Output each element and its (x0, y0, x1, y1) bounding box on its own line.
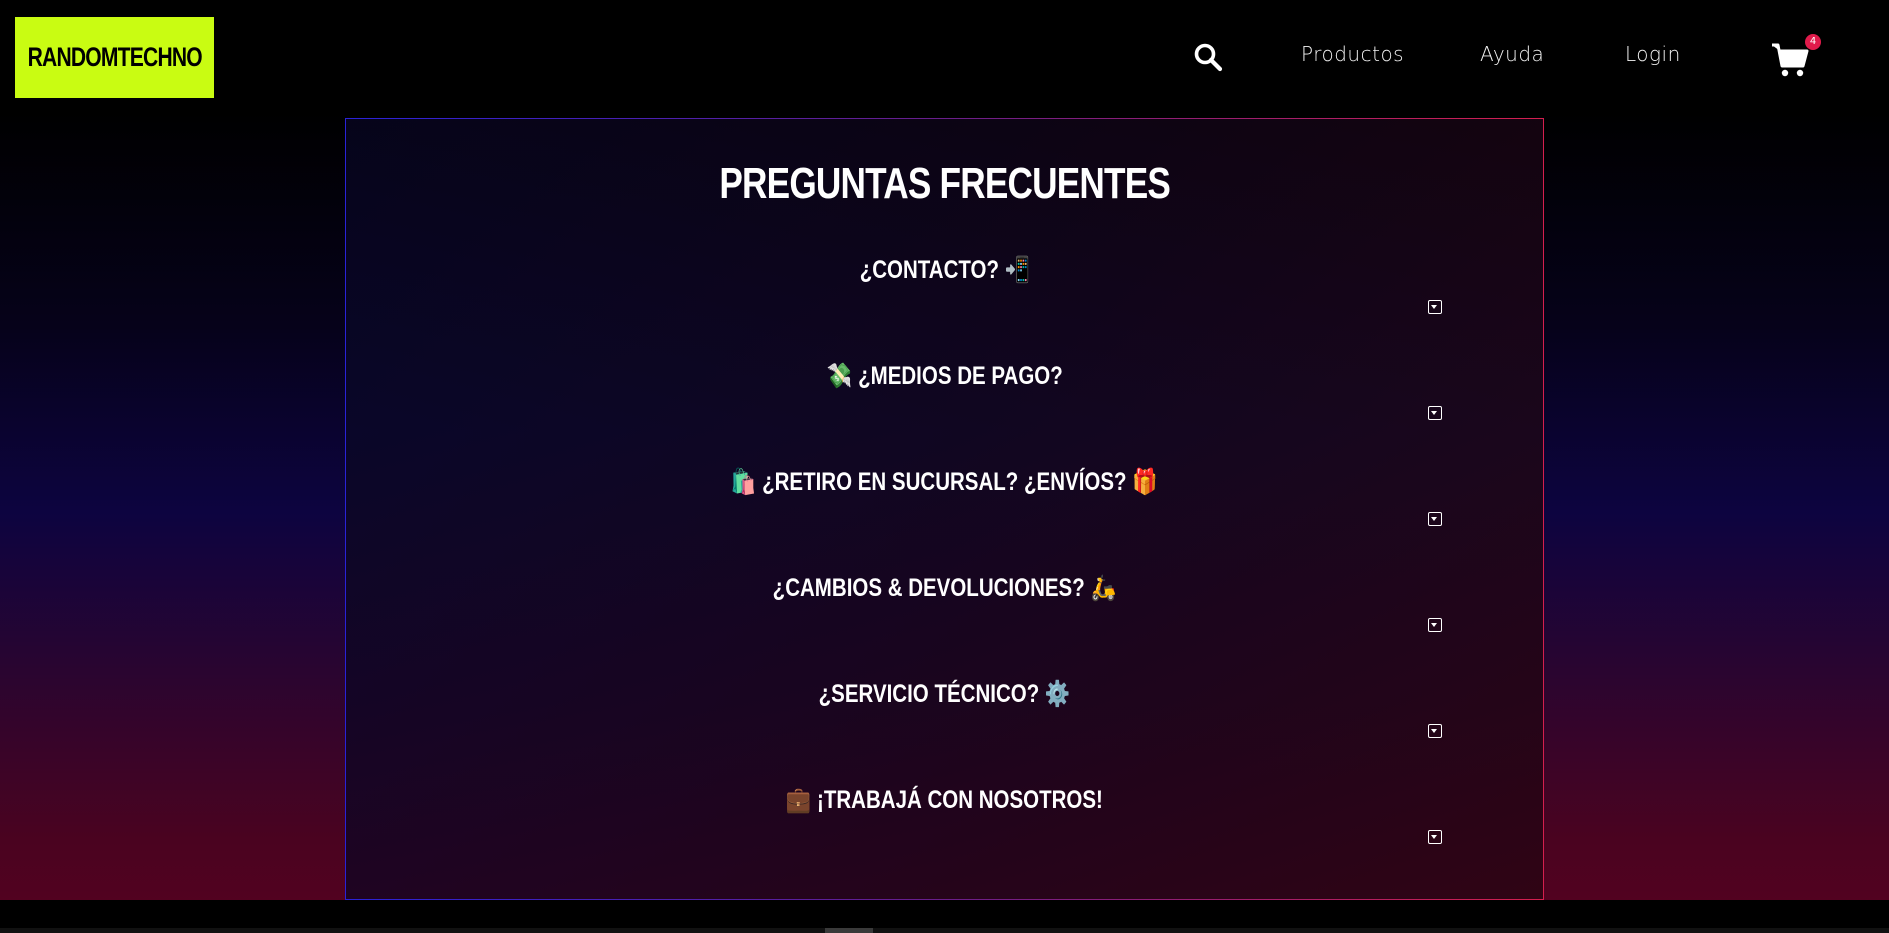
logo-text: RANDOMTECHNO (27, 42, 202, 72)
faq-question[interactable]: ¿CONTACTO? 📲 (346, 256, 1543, 285)
faq-question-text: 💸 ¿MEDIOS DE PAGO? (826, 362, 1063, 390)
faq-item-medios-de-pago: 💸 ¿MEDIOS DE PAGO? (346, 362, 1543, 452)
cart-count-badge: 4 (1805, 34, 1821, 50)
faq-section: PREGUNTAS FRECUENTES ¿CONTACTO? 📲 💸 ¿MED… (345, 118, 1544, 900)
faq-question[interactable]: ¿CAMBIOS & DEVOLUCIONES? 🛵 (346, 574, 1543, 603)
faq-title-text: PREGUNTAS FRECUENTES (719, 159, 1171, 208)
faq-question[interactable]: ¿SERVICIO TÉCNICO? ⚙️ (346, 680, 1543, 709)
faq-question-text: 💼 ¡TRABAJÁ CON NOSOTROS! (785, 786, 1104, 814)
chevron-down-icon[interactable] (1428, 512, 1442, 526)
chevron-down-icon[interactable] (1428, 830, 1442, 844)
chevron-down-icon[interactable] (1428, 724, 1442, 738)
faq-question-text: ¿CONTACTO? 📲 (859, 256, 1030, 284)
faq-question-text: 🛍️ ¿RETIRO EN SUCURSAL? ¿ENVÍOS? 🎁 (731, 468, 1158, 496)
nav-login[interactable]: Login (1625, 42, 1681, 66)
faq-question-text: ¿SERVICIO TÉCNICO? ⚙️ (818, 680, 1071, 708)
page: RANDOMTECHNO Productos Ayuda Login 4 PRE… (0, 0, 1889, 933)
site-logo[interactable]: RANDOMTECHNO (15, 17, 214, 98)
search-icon[interactable] (1193, 42, 1223, 72)
chevron-down-icon[interactable] (1428, 406, 1442, 420)
header: RANDOMTECHNO Productos Ayuda Login 4 (0, 0, 1889, 112)
faq-question-text: ¿CAMBIOS & DEVOLUCIONES? 🛵 (772, 574, 1117, 602)
faq-question[interactable]: 💼 ¡TRABAJÁ CON NOSOTROS! (346, 786, 1543, 815)
faq-title: PREGUNTAS FRECUENTES (346, 159, 1543, 209)
faq-item-servicio-tecnico: ¿SERVICIO TÉCNICO? ⚙️ (346, 680, 1543, 770)
horizontal-scrollbar[interactable] (0, 900, 1889, 933)
scrollbar-thumb[interactable] (825, 928, 873, 933)
scrollbar-track (0, 928, 1889, 933)
faq-item-retiro-envios: 🛍️ ¿RETIRO EN SUCURSAL? ¿ENVÍOS? 🎁 (346, 468, 1543, 558)
chevron-down-icon[interactable] (1428, 300, 1442, 314)
nav-ayuda[interactable]: Ayuda (1480, 42, 1544, 66)
cart-icon[interactable] (1770, 40, 1810, 80)
nav-productos[interactable]: Productos (1301, 42, 1404, 66)
faq-item-contacto: ¿CONTACTO? 📲 (346, 256, 1543, 346)
faq-question[interactable]: 🛍️ ¿RETIRO EN SUCURSAL? ¿ENVÍOS? 🎁 (346, 468, 1543, 497)
faq-question[interactable]: 💸 ¿MEDIOS DE PAGO? (346, 362, 1543, 391)
faq-item-cambios-devoluciones: ¿CAMBIOS & DEVOLUCIONES? 🛵 (346, 574, 1543, 664)
faq-item-trabaja-con-nosotros: 💼 ¡TRABAJÁ CON NOSOTROS! (346, 786, 1543, 876)
chevron-down-icon[interactable] (1428, 618, 1442, 632)
